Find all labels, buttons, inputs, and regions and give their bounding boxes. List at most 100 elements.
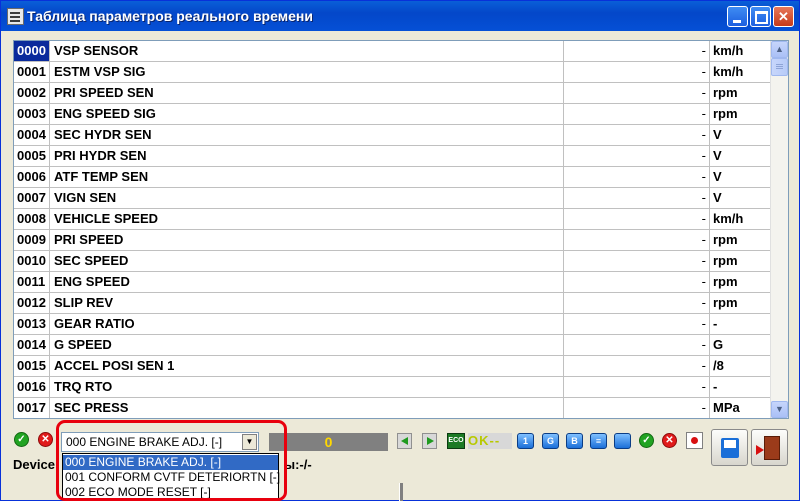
divider bbox=[399, 483, 403, 501]
table-row[interactable]: 0015 ACCEL POSI SEN 1-/8 bbox=[14, 356, 773, 377]
close-button[interactable]: ✕ bbox=[773, 6, 794, 27]
row-value: - bbox=[564, 167, 710, 187]
row-name: ATF TEMP SEN bbox=[50, 167, 564, 187]
row-id: 0016 bbox=[14, 377, 50, 397]
blue-button-5[interactable] bbox=[614, 433, 631, 449]
blue-button-3[interactable]: B bbox=[566, 433, 583, 449]
chevron-down-icon[interactable]: ▼ bbox=[242, 434, 257, 450]
row-id: 0001 bbox=[14, 62, 50, 82]
row-value: - bbox=[564, 272, 710, 292]
table-row[interactable]: 0007 VIGN SEN - V bbox=[14, 188, 773, 209]
row-id: 0007 bbox=[14, 188, 50, 208]
table-row[interactable]: 0011 ENG SPEED - rpm bbox=[14, 272, 773, 293]
row-value: - bbox=[564, 230, 710, 250]
table-row[interactable]: 0014 G SPEED - G bbox=[14, 335, 773, 356]
scroll-up-button[interactable]: ▲ bbox=[771, 41, 788, 58]
row-id: 0002 bbox=[14, 83, 50, 103]
row-name: PRI HYDR SEN bbox=[50, 146, 564, 166]
vertical-scrollbar[interactable]: ▲ ▼ bbox=[770, 41, 788, 418]
row-unit: V bbox=[713, 148, 722, 163]
blue-button-1[interactable]: 1 bbox=[517, 433, 534, 449]
row-name: SEC HYDR SEN bbox=[50, 125, 564, 145]
row-name: PRI SPEED SEN bbox=[50, 83, 564, 103]
row-id: 0004 bbox=[14, 125, 50, 145]
red-x-icon[interactable]: ✕ bbox=[38, 432, 53, 447]
row-unit: V bbox=[713, 190, 722, 205]
row-value: - bbox=[564, 83, 710, 103]
row-value: - bbox=[564, 62, 710, 82]
row-unit: km/h bbox=[713, 64, 744, 79]
counter-display: 0 bbox=[269, 433, 388, 451]
table-row[interactable]: 0005 PRI HYDR SEN - V bbox=[14, 146, 773, 167]
exit-button[interactable] bbox=[751, 429, 788, 466]
status-led: OK-- bbox=[468, 433, 512, 449]
function-select[interactable]: 000 ENGINE BRAKE ADJ. [-] ▼ bbox=[61, 432, 259, 452]
row-id: 0005 bbox=[14, 146, 50, 166]
next-button[interactable] bbox=[422, 433, 437, 449]
window-title: Таблица параметров реального времени bbox=[27, 8, 313, 24]
row-name: TRQ RTO bbox=[50, 377, 564, 397]
disk-icon bbox=[721, 438, 739, 458]
prev-button[interactable] bbox=[397, 433, 412, 449]
arrow-right-icon bbox=[427, 437, 434, 445]
row-value: - bbox=[564, 356, 710, 376]
function-dropdown-list[interactable]: 000 ENGINE BRAKE ADJ. [-] 001 CONFORM CV… bbox=[62, 453, 280, 500]
row-value: - bbox=[564, 398, 710, 418]
row-name: SLIP REV bbox=[50, 293, 564, 313]
row-name: ESTM VSP SIG bbox=[50, 62, 564, 82]
row-unit: - bbox=[713, 316, 718, 331]
scroll-down-button[interactable]: ▼ bbox=[771, 401, 788, 418]
row-value: - bbox=[564, 104, 710, 124]
row-name: VIGN SEN bbox=[50, 188, 564, 208]
dropdown-option[interactable]: 001 CONFORM CVTF DETERIORTN [-] bbox=[63, 470, 280, 485]
row-value: - bbox=[564, 377, 710, 397]
table-row[interactable]: 0009 PRI SPEED - rpm bbox=[14, 230, 773, 251]
blue-button-4[interactable]: ≡ bbox=[590, 433, 607, 449]
blue-button-2[interactable]: G bbox=[542, 433, 559, 449]
dropdown-option[interactable]: 000 ENGINE BRAKE ADJ. [-] bbox=[63, 455, 278, 470]
table-row[interactable]: 0000 VSP SENSOR - km/h bbox=[14, 41, 773, 62]
row-name: G SPEED bbox=[50, 335, 564, 355]
function-select-value: 000 ENGINE BRAKE ADJ. [-] bbox=[66, 435, 223, 449]
door-exit-icon bbox=[764, 436, 780, 460]
green-check-icon[interactable]: ✓ bbox=[14, 432, 29, 447]
record-button[interactable] bbox=[686, 432, 703, 449]
table-row[interactable]: 0013 GEAR RATIO - - bbox=[14, 314, 773, 335]
eco-icon[interactable]: ECO bbox=[447, 433, 465, 449]
table-row[interactable]: 0001 ESTM VSP SIG - km/h bbox=[14, 62, 773, 83]
dropdown-option[interactable]: 002 ECO MODE RESET [-] bbox=[63, 485, 278, 500]
row-unit: MPa bbox=[713, 400, 740, 415]
status-label-left: Device bbox=[13, 457, 55, 472]
row-name: SEC SPEED bbox=[50, 251, 564, 271]
row-unit: rpm bbox=[713, 253, 738, 268]
exit-arrow-icon bbox=[756, 445, 764, 455]
green-check-icon[interactable]: ✓ bbox=[639, 433, 654, 448]
table-row[interactable]: 0008 VEHICLE SPEED - km/h bbox=[14, 209, 773, 230]
table-row[interactable]: 0004 SEC HYDR SEN - V bbox=[14, 125, 773, 146]
scroll-thumb[interactable] bbox=[771, 58, 788, 76]
table-row[interactable]: 0002 PRI SPEED SEN - rpm bbox=[14, 83, 773, 104]
row-id: 0008 bbox=[14, 209, 50, 229]
maximize-button[interactable] bbox=[750, 6, 771, 27]
table-row[interactable]: 0017 SEC PRESS - MPa bbox=[14, 398, 773, 418]
table-row[interactable]: 0012 SLIP REV - rpm bbox=[14, 293, 773, 314]
row-unit: /8 bbox=[713, 358, 724, 373]
row-value: - bbox=[564, 41, 710, 61]
title-bar[interactable]: Таблица параметров реального времени ✕ bbox=[1, 1, 799, 31]
row-value: - bbox=[564, 251, 710, 271]
row-value: - bbox=[564, 125, 710, 145]
save-button[interactable] bbox=[711, 429, 748, 466]
table-row[interactable]: 0003 ENG SPEED SIG - rpm bbox=[14, 104, 773, 125]
row-id: 0013 bbox=[14, 314, 50, 334]
row-id: 0014 bbox=[14, 335, 50, 355]
table-row[interactable]: 0006 ATF TEMP SEN - V bbox=[14, 167, 773, 188]
row-id: 0009 bbox=[14, 230, 50, 250]
red-x-icon[interactable]: ✕ bbox=[662, 433, 677, 448]
row-unit: rpm bbox=[713, 85, 738, 100]
row-unit: rpm bbox=[713, 232, 738, 247]
row-value: - bbox=[564, 314, 710, 334]
minimize-button[interactable] bbox=[727, 6, 748, 27]
table-row[interactable]: 0010 SEC SPEED - rpm bbox=[14, 251, 773, 272]
row-id: 0003 bbox=[14, 104, 50, 124]
table-row[interactable]: 0016 TRQ RTO - - bbox=[14, 377, 773, 398]
